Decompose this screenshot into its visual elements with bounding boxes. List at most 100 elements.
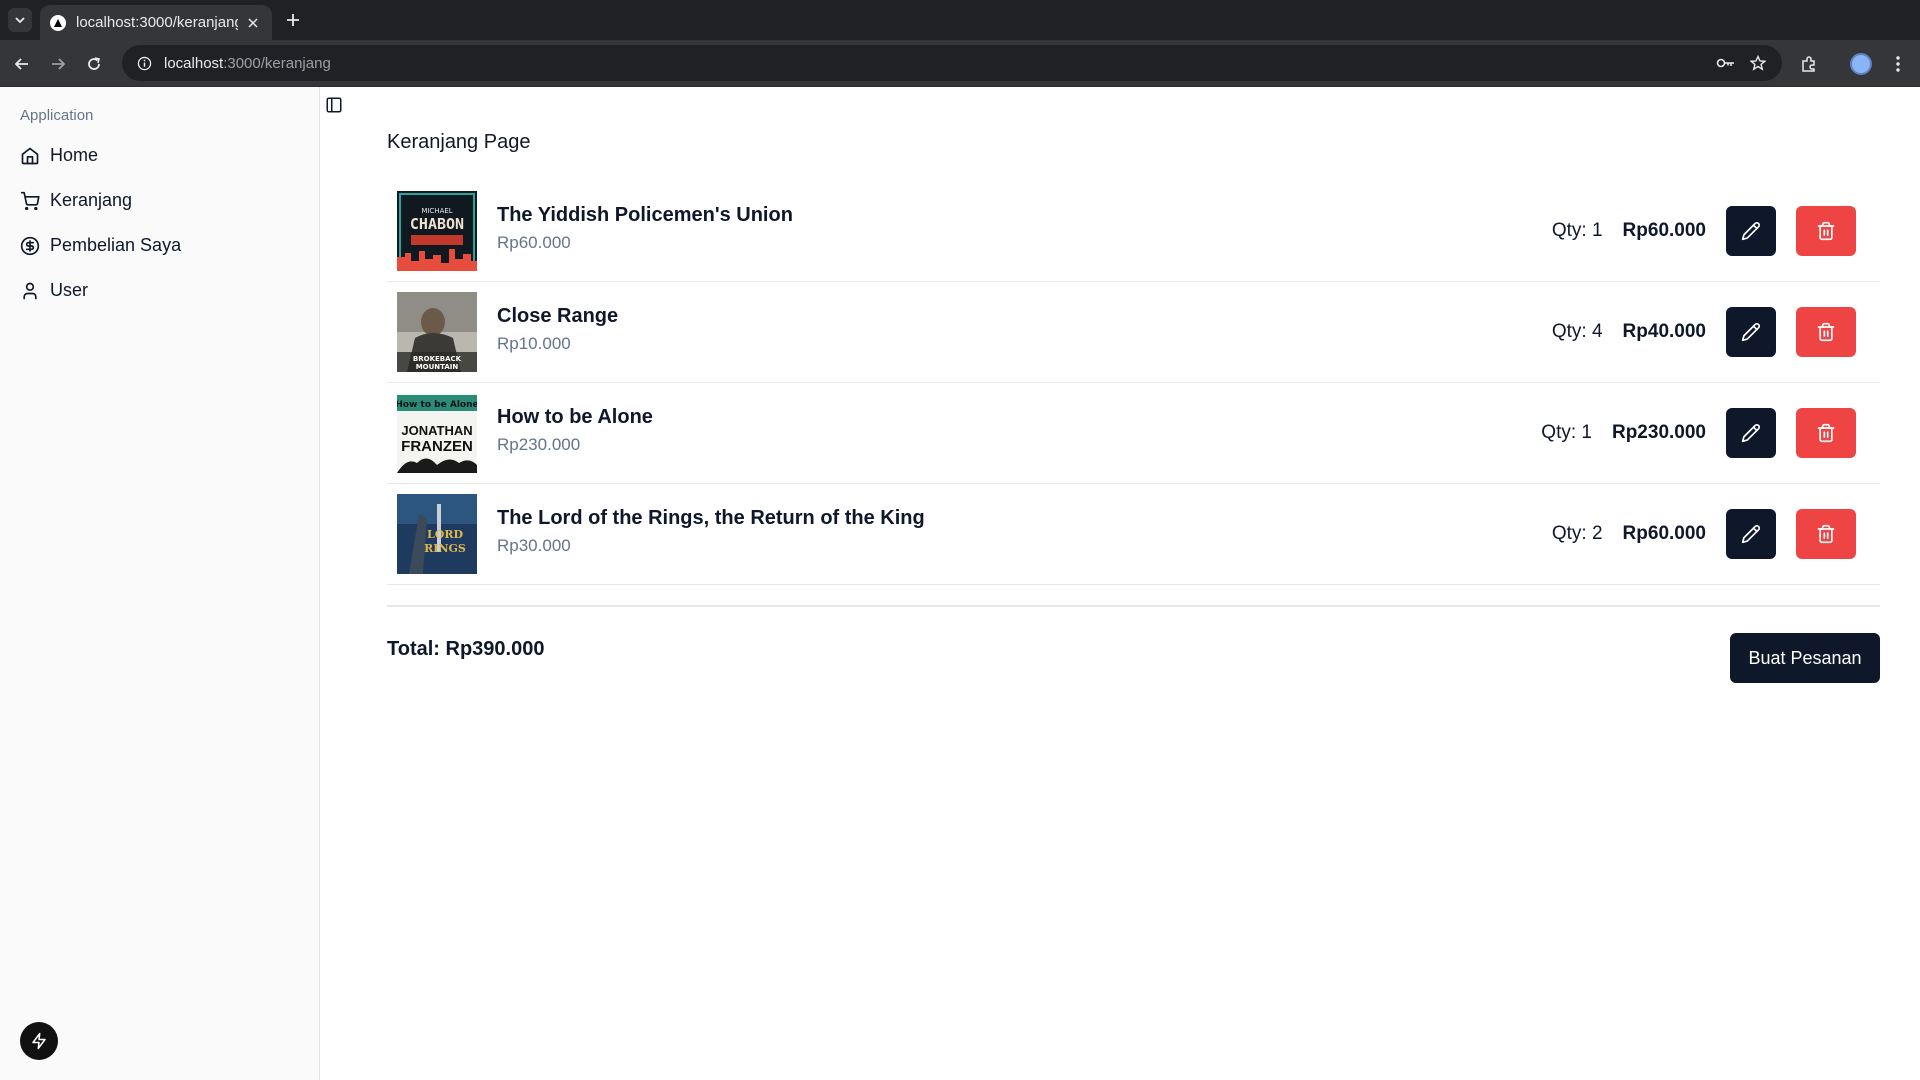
url-path: :3000/keranjang xyxy=(223,54,331,72)
reload-icon xyxy=(88,57,100,70)
kebab-menu-icon xyxy=(1896,56,1900,72)
arrow-left-icon xyxy=(14,58,28,70)
plus-icon xyxy=(287,14,299,26)
cart-list: MICHAEL CHABON The Yiddish Policemen's U… xyxy=(387,181,1880,585)
new-tab-button[interactable] xyxy=(282,9,304,31)
book-cover-image: BROKEBACK MOUNTAIN xyxy=(397,292,477,372)
password-key-icon[interactable] xyxy=(1712,45,1740,81)
sidebar-toggle-button[interactable] xyxy=(324,95,344,115)
trash-icon xyxy=(1817,524,1835,544)
browser-tab[interactable]: localhost:3000/keranjang xyxy=(40,5,272,40)
cart-item: LORD RINGS The Lord of the Rings, the Re… xyxy=(387,484,1880,585)
url-host: localhost xyxy=(164,54,224,72)
book-cover-image: How to be Alone JONATHAN FRANZEN xyxy=(397,393,477,473)
cover-text: BROKEBACK xyxy=(413,355,462,363)
browser-tab-bar: localhost:3000/keranjang xyxy=(0,0,1920,40)
item-price: Rp30.000 xyxy=(497,536,571,555)
item-qty: Qty: 1 xyxy=(1551,220,1603,241)
delete-button[interactable] xyxy=(1796,206,1856,256)
edit-button[interactable] xyxy=(1726,408,1776,458)
cover-text: LORD xyxy=(427,528,463,541)
book-cover-image: MICHAEL CHABON xyxy=(397,191,477,271)
item-subtotal: Rp40.000 xyxy=(1622,321,1706,342)
trash-icon xyxy=(1817,423,1835,443)
pencil-icon xyxy=(1741,424,1760,443)
reload-button[interactable] xyxy=(82,52,106,76)
user-icon xyxy=(20,281,40,301)
sidebar-group-label: Application xyxy=(20,107,94,124)
item-title: The Yiddish Policemen's Union xyxy=(497,204,793,226)
dollar-circle-icon xyxy=(20,236,40,256)
cover-text: MICHAEL xyxy=(421,207,452,215)
delete-button[interactable] xyxy=(1796,509,1856,559)
item-qty: Qty: 1 xyxy=(1541,422,1592,443)
cart-item: MICHAEL CHABON The Yiddish Policemen's U… xyxy=(387,181,1880,282)
cart-item: How to be Alone JONATHAN FRANZEN How to … xyxy=(387,383,1880,484)
item-subtotal: Rp230.000 xyxy=(1611,422,1706,443)
trash-icon xyxy=(1817,322,1835,342)
cart-icon xyxy=(20,191,40,211)
panel-left-icon xyxy=(326,97,342,113)
cover-text: RINGS xyxy=(424,542,466,555)
tab-list-button[interactable] xyxy=(8,8,32,32)
pencil-icon xyxy=(1741,525,1760,544)
cover-text: FRANZEN xyxy=(401,438,473,455)
sidebar-menu: Home Keranjang Pembelian Saya User xyxy=(12,133,308,313)
home-icon xyxy=(20,146,40,166)
item-qty: Qty: 2 xyxy=(1551,523,1603,544)
cover-text: CHABON xyxy=(410,215,464,233)
edit-button[interactable] xyxy=(1726,206,1776,256)
page-title: Keranjang Page xyxy=(387,131,531,153)
item-price: Rp60.000 xyxy=(497,233,571,252)
cart-item: BROKEBACK MOUNTAIN Close Range Rp10.000 … xyxy=(387,282,1880,383)
close-tab-icon[interactable] xyxy=(244,14,262,32)
edit-button[interactable] xyxy=(1726,509,1776,559)
item-subtotal: Rp60.000 xyxy=(1622,523,1706,544)
item-title: Close Range xyxy=(497,305,619,327)
avatar-icon xyxy=(1850,53,1872,75)
pencil-icon xyxy=(1741,323,1760,342)
address-bar[interactable]: localhost:3000/keranjang xyxy=(122,45,1782,81)
puzzle-icon xyxy=(1802,56,1815,72)
divider xyxy=(387,605,1880,607)
trash-icon xyxy=(1817,221,1835,241)
bookmark-star-icon[interactable] xyxy=(1744,45,1772,81)
item-title: The Lord of the Rings, the Return of the… xyxy=(497,507,925,529)
book-cover-image: LORD RINGS xyxy=(397,494,477,574)
item-title: How to be Alone xyxy=(497,406,653,428)
chevron-down-icon xyxy=(15,17,25,24)
sidebar-item-keranjang[interactable]: Keranjang xyxy=(12,178,308,223)
item-subtotal: Rp60.000 xyxy=(1622,220,1706,241)
item-price: Rp230.000 xyxy=(497,435,581,454)
pencil-icon xyxy=(1741,222,1760,241)
item-price: Rp10.000 xyxy=(497,334,571,353)
sidebar-item-label: Home xyxy=(50,145,99,165)
sidebar-item-home[interactable]: Home xyxy=(12,133,308,178)
cover-text: How to be Alone xyxy=(397,400,477,410)
site-info-icon[interactable] xyxy=(136,55,152,71)
cover-text: MOUNTAIN xyxy=(416,363,459,371)
place-order-button[interactable]: Buat Pesanan xyxy=(1730,633,1880,683)
back-button[interactable] xyxy=(10,52,34,76)
forward-button[interactable] xyxy=(46,52,70,76)
browser-menu-button[interactable] xyxy=(1885,51,1911,77)
extensions-button[interactable] xyxy=(1796,51,1822,77)
delete-button[interactable] xyxy=(1796,307,1856,357)
delete-button[interactable] xyxy=(1796,408,1856,458)
sidebar-item-pembelian-saya[interactable]: Pembelian Saya xyxy=(12,223,308,268)
browser-toolbar: localhost:3000/keranjang xyxy=(0,40,1920,87)
cover-text: JONATHAN xyxy=(401,423,472,438)
sidebar-item-user[interactable]: User xyxy=(12,268,308,313)
profile-avatar[interactable] xyxy=(1848,51,1874,77)
dev-tools-badge[interactable] xyxy=(20,1022,58,1060)
lightning-icon xyxy=(32,1032,46,1050)
edit-button[interactable] xyxy=(1726,307,1776,357)
arrow-right-icon xyxy=(52,58,66,70)
sidebar-item-label: User xyxy=(50,280,89,300)
sidebar-item-label: Keranjang xyxy=(50,190,133,210)
cart-total: Total: Rp390.000 xyxy=(387,638,545,660)
item-qty: Qty: 4 xyxy=(1551,321,1603,342)
sidebar: Application Home Keranjang Pembelian Say… xyxy=(0,87,320,1080)
tab-title: localhost:3000/keranjang xyxy=(76,14,238,31)
sidebar-item-label: Pembelian Saya xyxy=(50,235,182,255)
